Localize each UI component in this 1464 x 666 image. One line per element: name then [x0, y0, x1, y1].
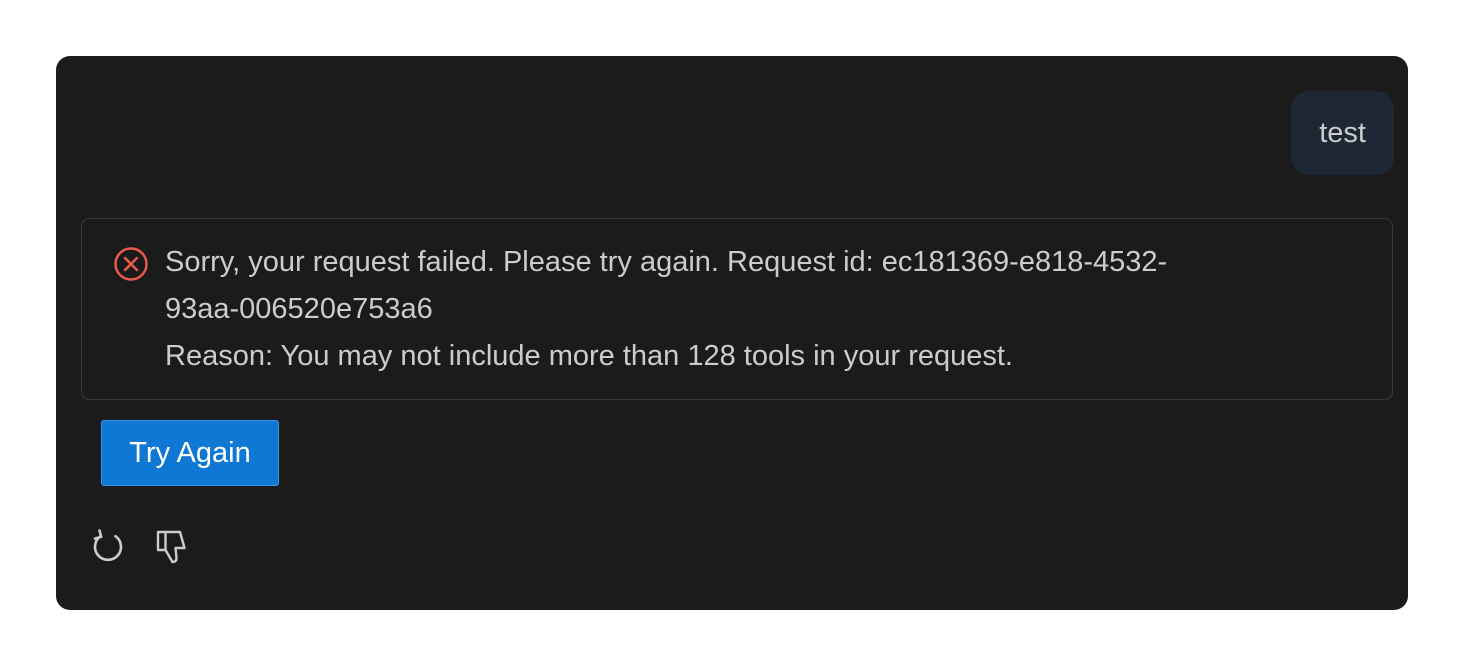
user-message-bubble: test [1291, 91, 1394, 175]
error-reason: Reason: You may not include more than 12… [165, 340, 1013, 372]
retry-icon[interactable] [88, 526, 128, 566]
error-circle-x-icon [113, 246, 149, 282]
error-line-2: 93aa-006520e753a6 [165, 293, 433, 325]
error-message-text: Sorry, your request failed. Please try a… [165, 239, 1325, 380]
error-line-1: Sorry, your request failed. Please try a… [165, 246, 1168, 278]
error-message-box: Sorry, your request failed. Please try a… [81, 218, 1393, 400]
chat-panel: test Sorry, your request failed. Please … [56, 56, 1408, 610]
thumbs-down-icon[interactable] [150, 526, 190, 566]
try-again-button[interactable]: Try Again [101, 420, 279, 486]
user-message-text: test [1319, 116, 1366, 149]
